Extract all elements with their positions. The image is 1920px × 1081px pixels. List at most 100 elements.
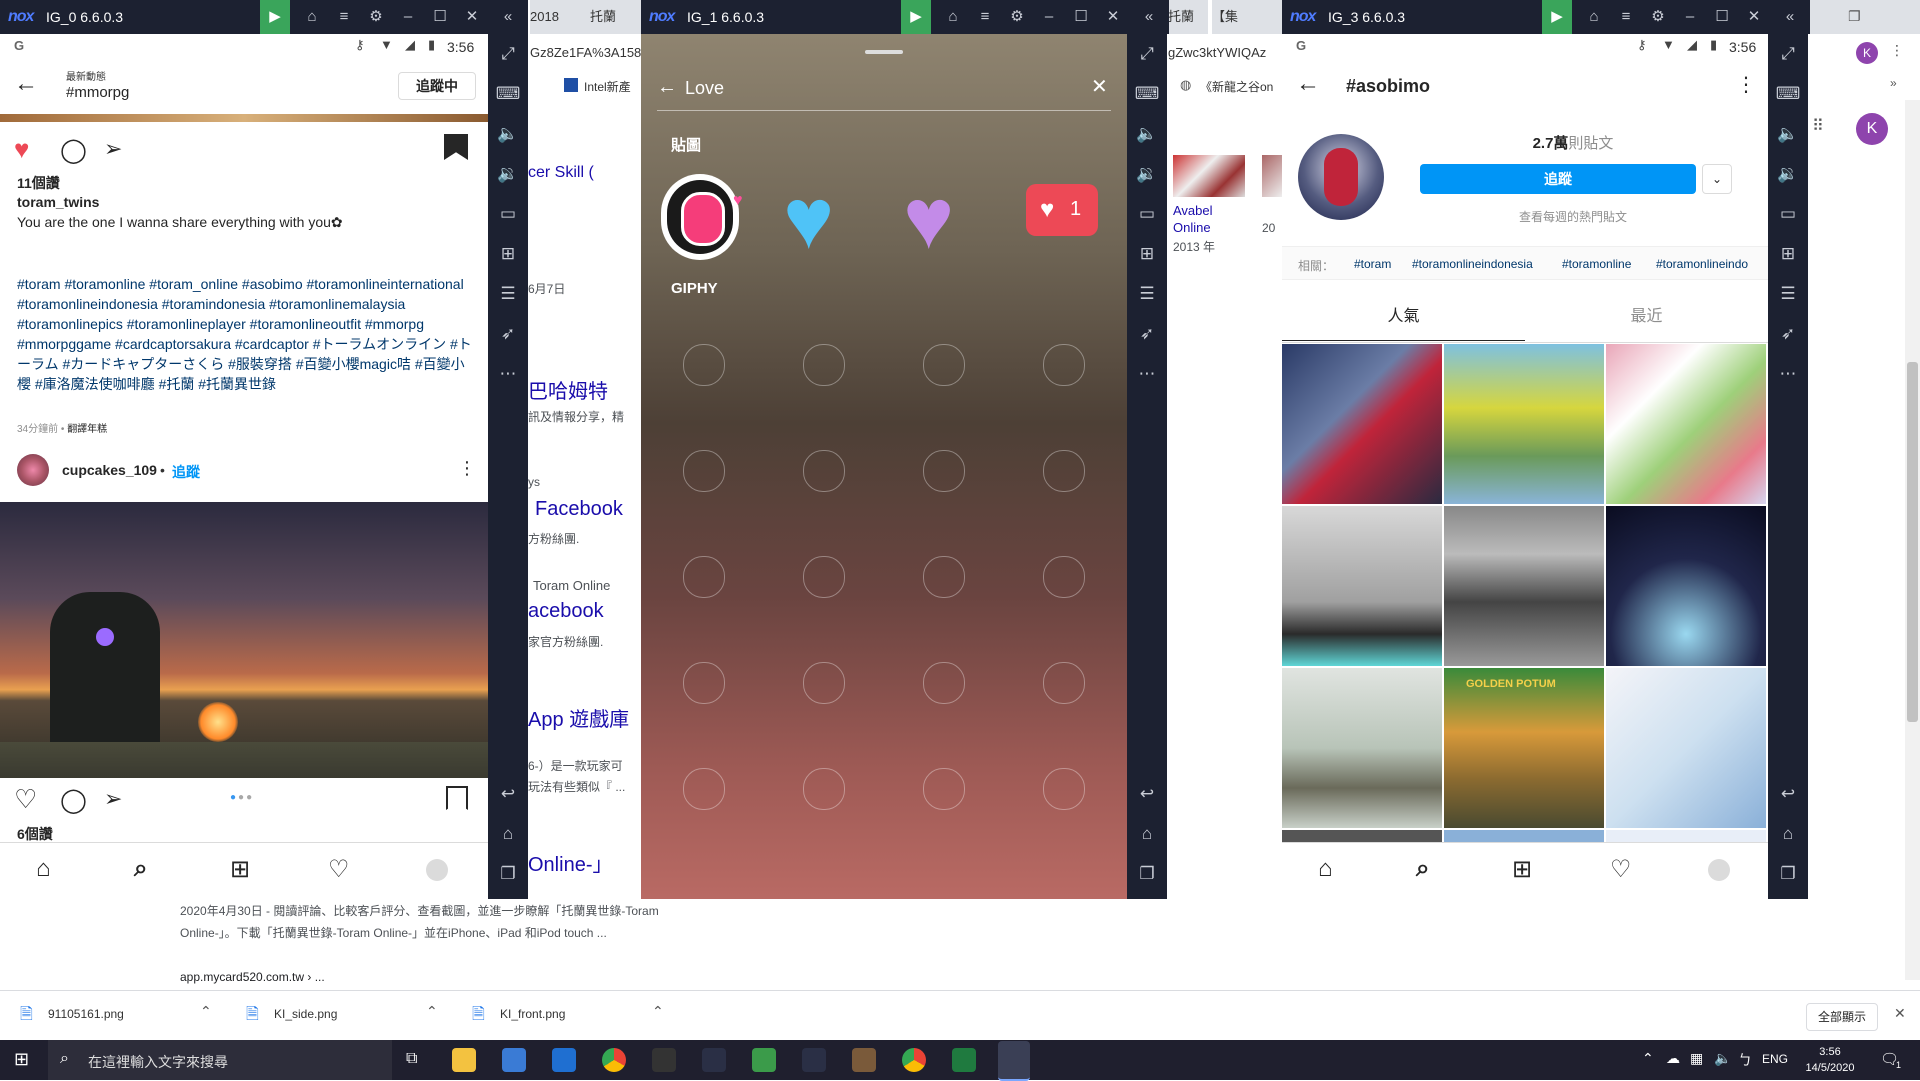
bookmark-icon[interactable] (446, 786, 468, 810)
volume-down-icon[interactable]: 🔉 (488, 164, 528, 184)
recent-apps-icon[interactable]: ❐ (488, 864, 528, 884)
close-icon[interactable]: ✕ (1091, 74, 1108, 99)
sticker-blue-heart[interactable]: ♥ (783, 176, 834, 262)
more-icon[interactable]: ⋯ (488, 364, 528, 384)
share-icon[interactable]: ➢ (104, 136, 122, 162)
fullscreen-icon[interactable]: ⤢ (1127, 44, 1167, 64)
excel-icon[interactable] (952, 1048, 976, 1072)
taskbar-search-box[interactable]: ⌕ 在這裡輸入文字來搜尋 (48, 1040, 392, 1080)
new-post-icon[interactable]: ⊞ (1512, 855, 1532, 884)
home-icon[interactable]: ⌂ (297, 0, 327, 34)
translate-link[interactable]: 翻譯年糕 (67, 424, 107, 435)
related-tag[interactable]: #toramonline (1562, 257, 1631, 271)
nox-window-titlebar[interactable]: nox IG_1 6.6.0.3 ▶ ⌂ ≡ ⚙ – ☐ ✕ « (641, 0, 1169, 34)
follow-button[interactable]: 追蹤 (1420, 164, 1696, 194)
rocket-icon[interactable]: ➶ (1768, 324, 1808, 344)
download-item[interactable]: 🗎 KI_side.png ⌃ (246, 1003, 446, 1029)
play-icon[interactable]: ▶ (260, 0, 290, 34)
volume-up-icon[interactable]: 🔈 (1768, 124, 1808, 144)
activity-heart-icon[interactable]: ♡ (1610, 855, 1632, 884)
stack-icon[interactable]: ☰ (1127, 284, 1167, 304)
recent-apps-icon[interactable]: ❐ (1127, 864, 1167, 884)
hashtag-avatar[interactable] (1298, 134, 1384, 220)
chrome-icon[interactable] (902, 1048, 926, 1072)
new-post-icon[interactable]: ⊞ (230, 855, 250, 884)
minimize-icon[interactable]: – (1034, 0, 1064, 34)
maximize-icon[interactable]: ☐ (425, 0, 455, 34)
activity-heart-icon[interactable]: ♡ (328, 855, 350, 884)
download-item[interactable]: 🗎 91105161.png ⌃ (20, 1003, 220, 1029)
grid-post[interactable] (1606, 344, 1766, 504)
file-explorer-icon[interactable] (452, 1048, 476, 1072)
post-username[interactable]: cupcakes_109 (62, 462, 157, 478)
following-button[interactable]: 追蹤中 (398, 72, 476, 100)
recent-apps-icon[interactable]: ❐ (1768, 864, 1808, 884)
post-username[interactable]: toram_twins (17, 194, 99, 210)
chevron-up-icon[interactable]: ⌃ (1642, 1050, 1654, 1067)
grid-post[interactable] (1282, 344, 1442, 504)
android-home-icon[interactable]: ⌂ (1127, 824, 1167, 844)
close-icon[interactable]: ✕ (1739, 0, 1769, 34)
screen-icon[interactable]: ▭ (1127, 204, 1167, 224)
profile-avatar-icon[interactable] (1708, 859, 1730, 881)
back-arrow-icon[interactable]: ← (657, 76, 677, 99)
grid-post[interactable]: GOLDEN POTUM (1444, 668, 1604, 828)
comment-icon[interactable]: ◯ (60, 786, 87, 815)
grid-post[interactable] (1606, 506, 1766, 666)
grid-post[interactable] (1606, 668, 1766, 828)
volume-down-icon[interactable]: 🔉 (1127, 164, 1167, 184)
task-view-icon[interactable]: ⧉ (406, 1050, 417, 1068)
related-tag[interactable]: #toramonlineindo (1656, 257, 1748, 271)
screen-icon[interactable]: ▭ (488, 204, 528, 224)
gear-icon[interactable]: ⚙ (1002, 0, 1032, 34)
store-icon[interactable] (502, 1048, 526, 1072)
sticker-shout[interactable]: ♥ (661, 174, 751, 264)
apk-icon[interactable]: ⊞ (1127, 244, 1167, 264)
language-indicator[interactable]: ENG (1762, 1052, 1788, 1066)
fullscreen-icon[interactable]: ⤢ (488, 44, 528, 64)
menu-icon[interactable]: ≡ (1611, 0, 1641, 34)
related-tag[interactable]: #toramonlineindonesia (1412, 257, 1533, 271)
search-icon[interactable]: ⌕ (1416, 855, 1429, 883)
search-snippet[interactable]: cer Skill ( (528, 164, 594, 182)
grid-post[interactable] (1444, 344, 1604, 504)
play-icon[interactable]: ▶ (1542, 0, 1572, 34)
search-result-url[interactable]: app.mycard520.com.tw › ... (180, 970, 325, 984)
previous-post-image[interactable] (0, 114, 488, 122)
close-icon[interactable]: ✕ (1098, 0, 1128, 34)
volume-up-icon[interactable]: 🔈 (1127, 124, 1167, 144)
collapse-sidebar-icon[interactable]: « (493, 0, 523, 34)
screen-icon[interactable]: ▭ (1768, 204, 1808, 224)
sticker-purple-heart[interactable]: ♥ (903, 176, 954, 262)
minimize-icon[interactable]: – (1675, 0, 1705, 34)
android-home-icon[interactable]: ⌂ (1768, 824, 1808, 844)
scrollbar[interactable] (1905, 100, 1920, 980)
apk-icon[interactable]: ⊞ (488, 244, 528, 264)
stack-icon[interactable]: ☰ (1768, 284, 1808, 304)
back-arrow-icon[interactable]: ← (1296, 70, 1320, 98)
more-vertical-icon[interactable]: ⋮ (1890, 42, 1904, 59)
keyboard-icon[interactable]: ⌨ (1127, 84, 1167, 104)
sticker-search-input[interactable]: Love (685, 78, 724, 99)
heart-filled-icon[interactable]: ♥ (14, 134, 29, 165)
show-all-downloads-button[interactable]: 全部顯示 (1806, 1003, 1878, 1031)
heart-icon[interactable]: ♡ (14, 784, 37, 815)
nox-icon[interactable] (802, 1048, 826, 1072)
chevron-up-icon[interactable]: ⌃ (652, 1003, 664, 1020)
stack-icon[interactable]: ☰ (488, 284, 528, 304)
gear-icon[interactable]: ⚙ (1643, 0, 1673, 34)
collapse-sidebar-icon[interactable]: « (1134, 0, 1164, 34)
bookmark-dragonnest[interactable]: ◍ 《新龍之谷on (1168, 76, 1278, 96)
cloud-icon[interactable]: ☁ (1666, 1050, 1680, 1067)
follow-link[interactable]: 追蹤 (172, 462, 200, 482)
game-icon[interactable] (852, 1048, 876, 1072)
chevron-double-right-icon[interactable]: » (1890, 76, 1897, 90)
avatar[interactable] (17, 454, 49, 486)
avatar-large[interactable]: K (1856, 113, 1888, 145)
collapse-sidebar-icon[interactable]: « (1775, 0, 1805, 34)
more-vertical-icon[interactable]: ⋮ (1736, 72, 1756, 97)
sticker-like-count[interactable]: ♥ 1 (1026, 184, 1098, 236)
post-hashtags[interactable]: #toram #toramonline #toram_online #asobi… (17, 274, 477, 394)
thumbnail[interactable] (1262, 155, 1282, 197)
nox-active-icon[interactable] (998, 1041, 1030, 1081)
